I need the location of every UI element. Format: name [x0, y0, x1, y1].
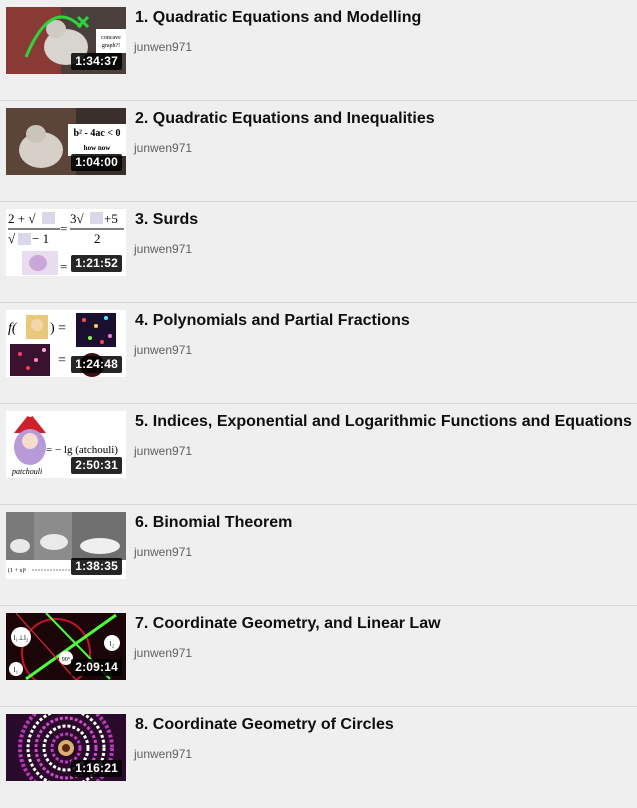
duration-badge: 2:09:14 — [71, 659, 122, 676]
playlist: concave graph?! 1:34:37 1. Quadratic Equ… — [0, 0, 637, 808]
video-title[interactable]: 5. Indices, Exponential and Logarithmic … — [135, 413, 632, 431]
duration-badge: 1:21:52 — [71, 255, 122, 272]
video-title[interactable]: 4. Polynomials and Partial Fractions — [135, 312, 410, 330]
video-thumbnail[interactable]: = − lg (atchouli) patchouli 2:50:31 — [6, 411, 126, 478]
video-thumbnail[interactable]: 1:16:21 — [6, 714, 126, 781]
channel-name[interactable]: junwen971 — [134, 141, 192, 155]
thumb-math: (1 + x)ⁿ — [8, 567, 26, 574]
video-title[interactable]: 7. Coordinate Geometry, and Linear Law — [135, 615, 441, 633]
thumb-math: l₁ — [14, 666, 18, 674]
thumb-caption: how now — [84, 144, 112, 152]
video-title[interactable]: 8. Coordinate Geometry of Circles — [135, 716, 394, 734]
video-thumbnail[interactable]: l₁⊥l₂ l₂ 90° l₁ 2:09:14 — [6, 613, 126, 680]
channel-name[interactable]: junwen971 — [134, 444, 192, 458]
thumb-math: 2 + √ — [8, 211, 36, 226]
duration-badge: 1:16:21 — [71, 760, 122, 777]
list-item[interactable]: = − lg (atchouli) patchouli 2:50:31 5. I… — [0, 404, 637, 505]
duration-badge: 1:04:00 — [71, 154, 122, 171]
channel-name[interactable]: junwen971 — [134, 646, 192, 660]
thumb-caption: b² - 4ac < 0 — [73, 128, 120, 139]
thumb-math: = − lg (atchouli) — [46, 444, 118, 456]
thumb-math: ) = — [50, 321, 66, 336]
video-thumbnail[interactable]: f( ) = = 1:24:48 — [6, 310, 126, 377]
video-thumbnail[interactable]: concave graph?! 1:34:37 — [6, 7, 126, 74]
channel-name[interactable]: junwen971 — [134, 747, 192, 761]
list-item[interactable]: b² - 4ac < 0 how now 1:04:00 2. Quadrati… — [0, 101, 637, 202]
thumb-math: l₂ — [110, 640, 115, 648]
thumb-caption: graph?! — [102, 43, 120, 49]
thumb-math: = — [58, 353, 66, 368]
list-item[interactable]: 1:16:21 8. Coordinate Geometry of Circle… — [0, 707, 637, 808]
channel-name[interactable]: junwen971 — [134, 343, 192, 357]
thumb-math: = — [60, 259, 67, 274]
list-item[interactable]: 2 + √ 3√ +5 = √ − 1 2 = 1:21:52 3. Surds… — [0, 202, 637, 303]
duration-badge: 1:38:35 — [71, 558, 122, 575]
channel-name[interactable]: junwen971 — [134, 242, 192, 256]
duration-badge: 1:34:37 — [71, 53, 122, 70]
list-item[interactable]: l₁⊥l₂ l₂ 90° l₁ 2:09:14 7. Coordinate Ge… — [0, 606, 637, 707]
duration-badge: 1:24:48 — [71, 356, 122, 373]
video-title[interactable]: 3. Surds — [135, 211, 198, 229]
video-title[interactable]: 6. Binomial Theorem — [135, 514, 292, 532]
duration-badge: 2:50:31 — [71, 457, 122, 474]
video-thumbnail[interactable]: 2 + √ 3√ +5 = √ − 1 2 = 1:21:52 — [6, 209, 126, 276]
video-thumbnail[interactable]: b² - 4ac < 0 how now 1:04:00 — [6, 108, 126, 175]
list-item[interactable]: concave graph?! 1:34:37 1. Quadratic Equ… — [0, 0, 637, 101]
thumb-math: l₁⊥l₂ — [14, 634, 29, 642]
channel-name[interactable]: junwen971 — [134, 40, 192, 54]
thumb-math: 3√ — [70, 211, 85, 226]
thumb-math: 2 — [94, 231, 101, 246]
channel-name[interactable]: junwen971 — [134, 545, 192, 559]
thumb-math: f( — [8, 321, 18, 336]
thumb-math: − 1 — [32, 231, 49, 246]
video-title[interactable]: 1. Quadratic Equations and Modelling — [135, 9, 421, 27]
list-item[interactable]: f( ) = = 1:24:48 4. Polynomials and Part… — [0, 303, 637, 404]
list-item[interactable]: (1 + x)ⁿ 1:38:35 6. Binomial Theorem jun… — [0, 505, 637, 606]
thumb-math: = — [60, 221, 67, 236]
thumb-math: 90° — [62, 656, 71, 663]
thumb-caption: concave — [101, 35, 121, 41]
thumb-math: +5 — [104, 211, 118, 226]
video-title[interactable]: 2. Quadratic Equations and Inequalities — [135, 110, 435, 128]
thumb-caption: patchouli — [11, 467, 42, 476]
thumb-math: √ — [8, 231, 16, 246]
video-thumbnail[interactable]: (1 + x)ⁿ 1:38:35 — [6, 512, 126, 579]
